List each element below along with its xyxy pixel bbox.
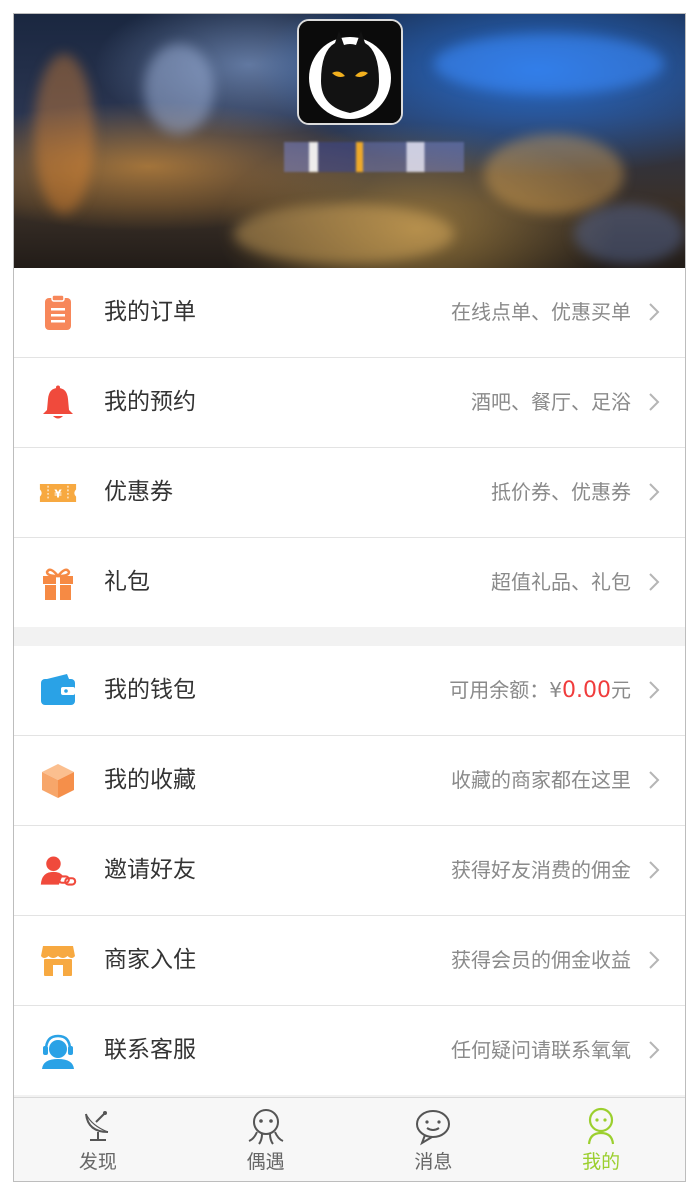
menu-item-invite-friends[interactable]: 邀请好友 获得好友消费的佣金 bbox=[14, 826, 685, 916]
menu-label: 邀请好友 bbox=[104, 857, 196, 883]
tab-encounter[interactable]: 偶遇 bbox=[182, 1098, 350, 1181]
balance-amount: 0.00 bbox=[562, 678, 611, 703]
menu-desc: 获得会员的佣金收益 bbox=[451, 948, 631, 972]
user-link-icon bbox=[39, 852, 77, 890]
tab-label: 偶遇 bbox=[246, 1151, 285, 1173]
menu-label: 我的钱包 bbox=[104, 677, 196, 703]
tab-label: 消息 bbox=[414, 1151, 453, 1173]
profile-header: ██ █ ██ bbox=[14, 14, 685, 268]
menu-item-wallet[interactable]: 我的钱包 可用余额：¥0.00元 bbox=[14, 646, 685, 736]
coupon-icon: ¥ bbox=[39, 474, 77, 512]
menu-label: 我的收藏 bbox=[104, 767, 196, 793]
balance-prefix: 可用余额：¥ bbox=[449, 678, 563, 702]
menu-item-my-orders[interactable]: 我的订单 在线点单、优惠买单 bbox=[14, 268, 685, 358]
tab-label: 我的 bbox=[582, 1151, 621, 1173]
clipboard-icon bbox=[39, 294, 77, 332]
person-icon bbox=[588, 1107, 615, 1145]
tab-messages[interactable]: 消息 bbox=[350, 1098, 518, 1181]
store-icon bbox=[39, 942, 77, 980]
chevron-right-icon bbox=[649, 393, 660, 411]
tab-mine[interactable]: 我的 bbox=[517, 1098, 685, 1181]
chevron-right-icon bbox=[649, 951, 660, 969]
menu-label: 联系客服 bbox=[104, 1037, 196, 1063]
menu-item-coupons[interactable]: ¥ 优惠券 抵价券、优惠券 bbox=[14, 448, 685, 538]
menu-label: 我的订单 bbox=[104, 299, 196, 325]
chevron-right-icon bbox=[649, 1041, 660, 1059]
username: ██ █ ██ bbox=[284, 142, 464, 172]
menu-item-merchant-join[interactable]: 商家入住 获得会员的佣金收益 bbox=[14, 916, 685, 1006]
meet-icon bbox=[248, 1109, 284, 1145]
svg-text:¥: ¥ bbox=[54, 488, 62, 501]
gift-icon bbox=[39, 564, 77, 602]
menu-label: 我的预约 bbox=[104, 389, 196, 415]
balance-suffix: 元 bbox=[611, 678, 631, 702]
menu-desc: 收藏的商家都在这里 bbox=[451, 768, 631, 792]
menu-desc: 抵价券、优惠券 bbox=[491, 480, 631, 504]
tab-discover[interactable]: 发现 bbox=[14, 1098, 182, 1181]
menu-label: 礼包 bbox=[104, 569, 150, 595]
chevron-right-icon bbox=[649, 483, 660, 501]
menu-item-my-reservations[interactable]: 我的预约 酒吧、餐厅、足浴 bbox=[14, 358, 685, 448]
chevron-right-icon bbox=[649, 573, 660, 591]
menu-group-orders: 我的订单 在线点单、优惠买单 我的预约 酒吧、餐厅、足浴 ¥ 优惠券 抵价券、优… bbox=[14, 268, 685, 627]
menu-group-account: 我的钱包 可用余额：¥0.00元 我的收藏 收藏的商家都在这里 邀请好友 获得好… bbox=[14, 646, 685, 1095]
chevron-right-icon bbox=[649, 771, 660, 789]
menu-label: 商家入住 bbox=[104, 947, 196, 973]
menu-item-customer-service[interactable]: 联系客服 任何疑问请联系氧氧 bbox=[14, 1006, 685, 1095]
menu-desc: 获得好友消费的佣金 bbox=[451, 858, 631, 882]
avatar[interactable] bbox=[297, 19, 403, 125]
menu-item-gift-packs[interactable]: 礼包 超值礼品、礼包 bbox=[14, 538, 685, 627]
menu-label: 优惠券 bbox=[104, 479, 173, 505]
chevron-right-icon bbox=[649, 681, 660, 699]
menu-desc: 在线点单、优惠买单 bbox=[451, 300, 631, 324]
wallet-balance: 可用余额：¥0.00元 bbox=[449, 646, 631, 735]
phone-screen: ██ █ ██ 我的订单 在线点单、优惠买单 bbox=[13, 13, 686, 1182]
tab-label: 发现 bbox=[78, 1151, 117, 1173]
menu-desc: 酒吧、餐厅、足浴 bbox=[471, 390, 631, 414]
headset-icon bbox=[39, 1032, 77, 1070]
menu-desc: 超值礼品、礼包 bbox=[491, 570, 631, 594]
bell-icon bbox=[39, 384, 77, 422]
bat-mask-icon bbox=[299, 21, 401, 123]
box-icon bbox=[39, 762, 77, 800]
menu-desc: 任何疑问请联系氧氧 bbox=[451, 1038, 631, 1062]
chevron-right-icon bbox=[649, 303, 660, 321]
bottom-tab-bar: 发现 偶遇 消息 我的 bbox=[14, 1097, 685, 1181]
wallet-icon bbox=[39, 672, 77, 710]
chat-icon bbox=[416, 1110, 451, 1146]
satellite-dish-icon bbox=[84, 1111, 109, 1141]
chevron-right-icon bbox=[649, 861, 660, 879]
menu-item-favorites[interactable]: 我的收藏 收藏的商家都在这里 bbox=[14, 736, 685, 826]
